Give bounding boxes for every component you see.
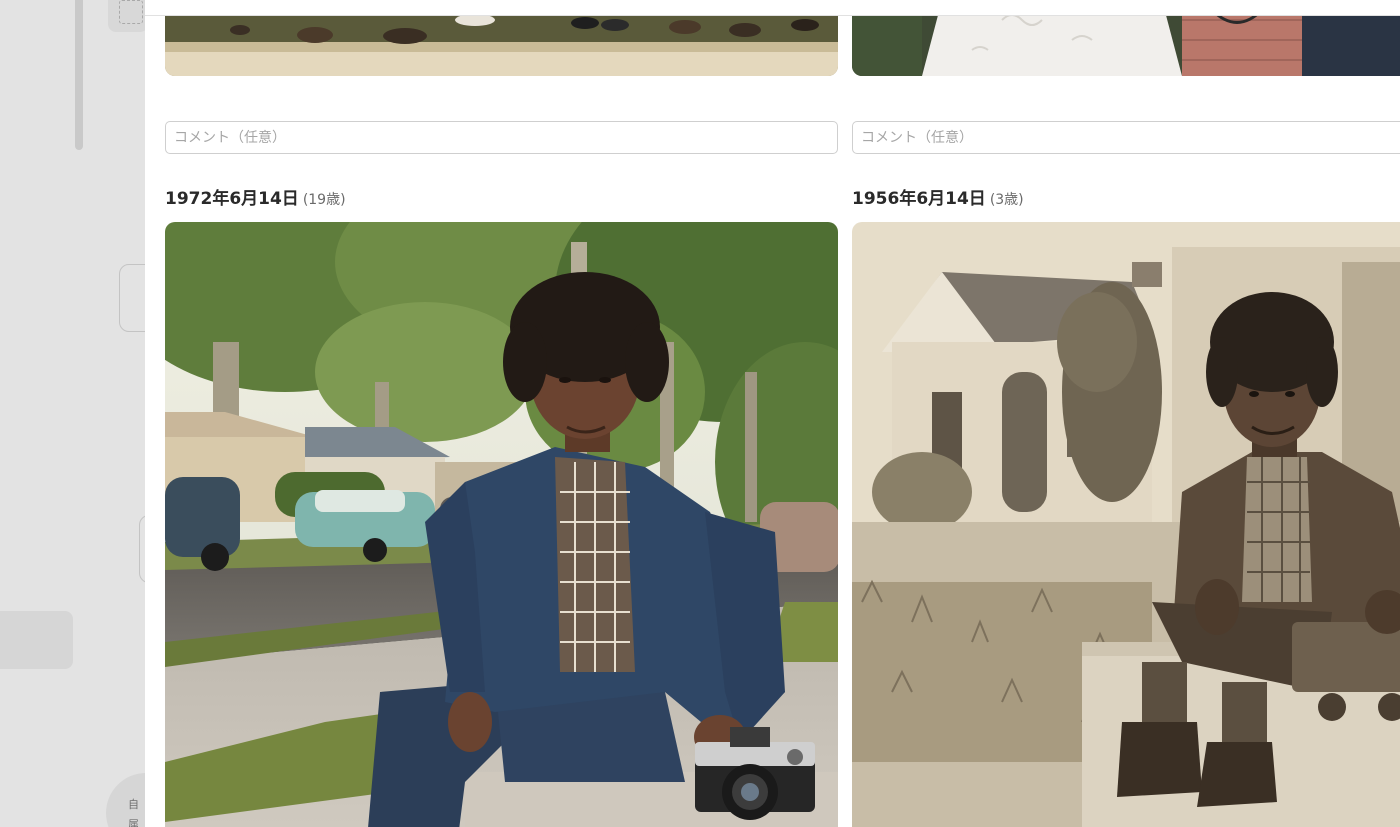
background-scrollbar — [75, 0, 83, 150]
comment-input[interactable] — [165, 121, 838, 154]
background-round-button: 自 属 — [106, 773, 145, 827]
photo-date-label: 1972年6月14日 (19歳) — [165, 184, 346, 209]
timeline-entry-right: 1956年6月14日(3歳) — [852, 0, 1400, 827]
photo-thumbnail[interactable] — [165, 222, 838, 827]
modal-header-divider — [145, 15, 1400, 16]
photo-date-label: 1956年6月14日 (3歳) — [852, 184, 1024, 209]
photo-date: 1956年6月14日 — [852, 189, 986, 209]
photo-thumbnail[interactable] — [852, 222, 1400, 827]
background-card — [119, 264, 145, 332]
background-page: 自 属 — [0, 0, 145, 827]
photo-age: (19歳) — [302, 192, 346, 208]
photo-age: (3歳) — [989, 192, 1024, 208]
background-block — [0, 611, 73, 669]
photo-date: 1972年6月14日 — [165, 189, 299, 209]
comment-input[interactable] — [852, 121, 1400, 154]
modal-header — [145, 0, 1400, 15]
photo-timeline-modal: 1972年6月14日(19歳) — [145, 0, 1400, 827]
background-dashed-placeholder — [108, 0, 145, 32]
timeline-entry-left: 1972年6月14日(19歳) — [165, 0, 838, 827]
